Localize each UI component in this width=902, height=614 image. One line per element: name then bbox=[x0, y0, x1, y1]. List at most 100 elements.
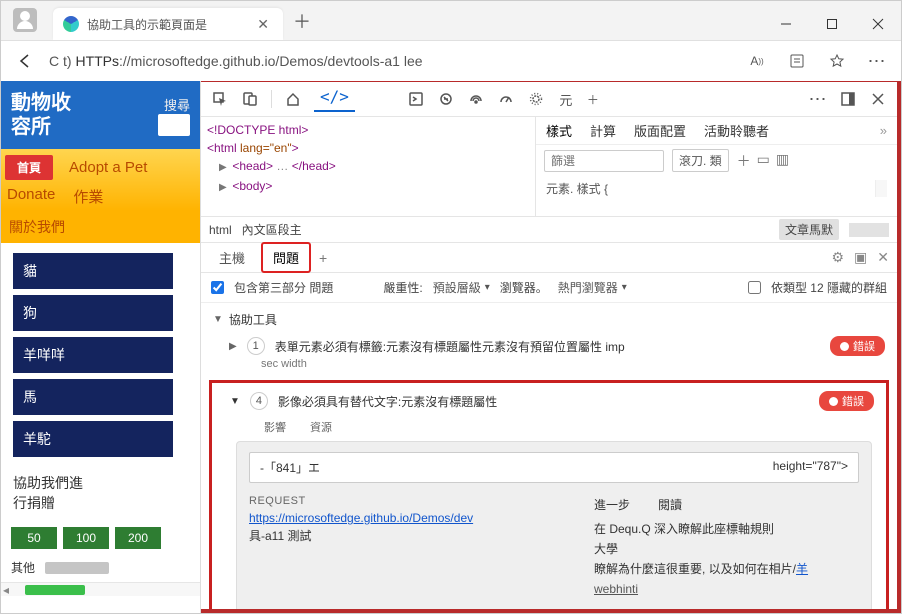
drawer-settings-icon[interactable]: ⚙ bbox=[831, 249, 844, 266]
window-maximize-button[interactable] bbox=[809, 8, 855, 40]
row2-count: 4 bbox=[250, 392, 268, 410]
row2-collapse-icon[interactable]: ▼ bbox=[230, 396, 240, 407]
donate-200[interactable]: 200 bbox=[115, 527, 161, 549]
dom-tree[interactable]: <!DOCTYPE html> <html lang="en"> ▶ <head… bbox=[201, 117, 536, 216]
drawer-close-icon[interactable]: ✕ bbox=[877, 249, 889, 266]
donate-other-label: 其他 bbox=[11, 559, 35, 576]
page-title-line2: 容所 bbox=[11, 115, 71, 139]
donate-100[interactable]: 100 bbox=[63, 527, 109, 549]
favorites-icon[interactable] bbox=[821, 45, 853, 77]
hov-button[interactable]: 滾刀. 類 bbox=[672, 149, 729, 172]
tab-close-icon[interactable]: ✕ bbox=[253, 16, 273, 33]
include-thirdparty-checkbox[interactable] bbox=[211, 281, 224, 294]
window-close-button[interactable] bbox=[855, 8, 901, 40]
menu-item-horse[interactable]: 馬 bbox=[13, 379, 173, 415]
card1-request-label: REQUEST bbox=[249, 495, 554, 507]
tab-listeners[interactable]: 活動聆聽者 bbox=[704, 121, 769, 140]
issue-row-2[interactable]: ▼ 4 影像必須具有替代文字:元素沒有標題屬性 錯誤 bbox=[216, 391, 882, 419]
browser-label: 瀏覽器。 bbox=[500, 279, 548, 296]
scrollbar-thumb[interactable] bbox=[25, 585, 85, 595]
tab-layout[interactable]: 版面配置 bbox=[634, 121, 686, 140]
flex-icon[interactable]: ▭ bbox=[757, 151, 770, 171]
reader-mode-icon[interactable] bbox=[781, 45, 813, 77]
devtools-panel: </> 元 ＋ ⋯ <!DOCTYPE html> <html lang="en… bbox=[201, 81, 901, 613]
add-tab-button[interactable]: ＋ bbox=[583, 86, 603, 112]
group-by-type-checkbox[interactable] bbox=[748, 281, 761, 294]
profile-avatar[interactable] bbox=[13, 8, 37, 32]
menu-item-dog[interactable]: 狗 bbox=[13, 295, 173, 331]
window-minimize-button[interactable] bbox=[763, 8, 809, 40]
sources-tab-icon[interactable] bbox=[433, 86, 459, 112]
drawer-tab-issues[interactable]: 問題 bbox=[261, 242, 311, 273]
donate-50[interactable]: 50 bbox=[11, 527, 57, 549]
console-tab-icon[interactable] bbox=[403, 86, 429, 112]
breadcrumb-body[interactable]: 內文區段主 bbox=[242, 221, 302, 238]
browser-menu-icon[interactable]: ⋯ bbox=[861, 45, 893, 77]
donate-other-input[interactable] bbox=[45, 562, 109, 574]
nav-home[interactable]: 首頁 bbox=[5, 155, 53, 180]
device-mode-icon[interactable] bbox=[237, 86, 263, 112]
help-text: 協助我們進 行捐贈 bbox=[1, 463, 200, 523]
subtab-resources[interactable]: 資源 bbox=[310, 419, 332, 435]
row1-expand-icon[interactable]: ▶ bbox=[229, 341, 237, 352]
read-aloud-icon[interactable]: A)) bbox=[741, 45, 773, 77]
menu-item-sheep[interactable]: 羊咩咩 bbox=[13, 337, 173, 373]
back-button[interactable] bbox=[9, 45, 41, 77]
card1-webhint-link[interactable]: webhinti bbox=[594, 579, 859, 599]
card1-request-link[interactable]: https://microsoftedge.github.io/Demos/de… bbox=[249, 511, 473, 525]
performance-tab-icon[interactable] bbox=[493, 86, 519, 112]
page-title-line1: 動物收 bbox=[11, 91, 71, 115]
url-display[interactable]: C t) HTTPs://microsoftedge.github.io/Dem… bbox=[49, 53, 733, 69]
tab-styles[interactable]: 樣式 bbox=[546, 121, 572, 140]
page-horizontal-scrollbar[interactable]: ◂ bbox=[1, 582, 200, 596]
styles-scrollbar[interactable] bbox=[875, 180, 887, 197]
new-tab-button[interactable]: ＋ bbox=[283, 8, 321, 40]
dock-icon[interactable] bbox=[835, 86, 861, 112]
devtools-toolbar: </> 元 ＋ ⋯ bbox=[201, 81, 897, 117]
menu-item-cat[interactable]: 貓 bbox=[13, 253, 173, 289]
styles-pane: 樣式 計算 版面配置 活動聆聽者 » 滾刀. 類 ＋ ▭ ▥ 元素. bbox=[536, 117, 897, 216]
donate-other-row: 其他 bbox=[1, 553, 200, 582]
more-tabs-text[interactable]: 元 bbox=[553, 86, 579, 112]
card1-photos-link[interactable]: 羊 bbox=[796, 562, 808, 576]
breadcrumb-more[interactable] bbox=[849, 223, 889, 237]
new-style-icon[interactable]: ＋ bbox=[737, 151, 751, 171]
breadcrumb-article[interactable]: 文章馬默 bbox=[779, 219, 839, 240]
breadcrumb-html[interactable]: html bbox=[209, 223, 232, 237]
page-header: 動物收 容所 搜尋 bbox=[1, 81, 200, 149]
issue-category[interactable]: ▼ 協助工具 bbox=[201, 307, 897, 332]
drawer-add-tab[interactable]: + bbox=[319, 250, 327, 266]
address-bar: C t) HTTPs://microsoftedge.github.io/Dem… bbox=[1, 41, 901, 81]
memory-tab-icon[interactable] bbox=[523, 86, 549, 112]
subtab-affected[interactable]: 影響 bbox=[264, 419, 286, 435]
welcome-tab-icon[interactable] bbox=[280, 86, 306, 112]
row2-title: 影像必須具有替代文字:元素沒有標題屬性 bbox=[278, 393, 809, 410]
devtools-close-icon[interactable] bbox=[865, 86, 891, 112]
menu-item-alpaca[interactable]: 羊駝 bbox=[13, 421, 173, 457]
category-collapse-icon[interactable]: ▼ bbox=[213, 314, 223, 325]
issue-row-1[interactable]: ▶ 1 表單元素必須有標籤:元素沒有標題屬性元素沒有預留位置屬性 imp 錯誤 bbox=[201, 332, 897, 356]
inspect-icon[interactable] bbox=[207, 86, 233, 112]
group-by-type-label: 依類型 12 隱藏的群組 bbox=[771, 279, 887, 296]
card1-left: REQUEST https://microsoftedge.github.io/… bbox=[249, 495, 554, 599]
styles-filter-input[interactable] bbox=[544, 150, 664, 172]
severity-label: 嚴重性: bbox=[383, 279, 422, 296]
devtools-menu-icon[interactable]: ⋯ bbox=[805, 86, 831, 112]
card1-snippet: -「841」エ height="787"> bbox=[249, 452, 859, 483]
browser-dropdown[interactable]: 熱門瀏覽器 bbox=[558, 279, 627, 296]
tab-computed[interactable]: 計算 bbox=[590, 121, 616, 140]
search-input[interactable] bbox=[158, 114, 190, 136]
nav-jobs[interactable]: 作業 bbox=[71, 182, 105, 211]
nav-donate[interactable]: Donate bbox=[5, 182, 57, 211]
browser-tab[interactable]: 協助工具的示範頁面是 ✕ bbox=[53, 8, 283, 40]
nav-adopt[interactable]: Adopt a Pet bbox=[67, 155, 149, 180]
drawer-fullscreen-icon[interactable]: ▣ bbox=[854, 249, 867, 266]
drawer-tab-console[interactable]: 主機 bbox=[209, 244, 255, 271]
severity-dropdown[interactable]: 預設層級 bbox=[433, 279, 490, 296]
dom-breadcrumb[interactable]: html 內文區段主 文章馬默 bbox=[201, 217, 897, 243]
computed-toggle-icon[interactable]: ▥ bbox=[776, 151, 789, 171]
elements-tab[interactable]: </> bbox=[314, 87, 355, 112]
network-tab-icon[interactable] bbox=[463, 86, 489, 112]
nav-about[interactable]: 關於我們 bbox=[1, 211, 200, 243]
page-nav: 首頁 Adopt a Pet Donate 作業 bbox=[1, 149, 200, 211]
